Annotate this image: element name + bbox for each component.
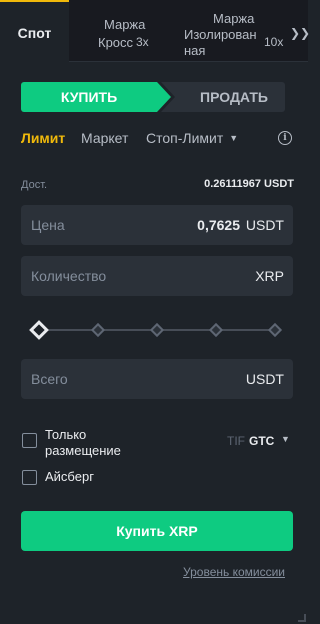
quantity-label: Количество <box>31 268 107 284</box>
order-type-limit[interactable]: Лимит <box>21 130 65 146</box>
margin-mode-tabs: Спот Маржа Кросс 3x Маржа Изолирован ная… <box>0 0 310 63</box>
tab-spot-label: Спот <box>17 24 52 41</box>
tab-isolated-label-line3: ная <box>184 43 206 58</box>
tab-isolated-label-line2: Изолирован <box>184 27 257 42</box>
price-input[interactable]: Цена 0,7625 USDT <box>21 205 293 245</box>
tab-cross-label-line1: Маржа <box>104 17 146 32</box>
tab-cross-margin[interactable]: Маржа Кросс 3x <box>80 0 170 62</box>
amount-percent-slider[interactable] <box>29 320 283 340</box>
price-unit: USDT <box>245 217 284 233</box>
caret-down-icon: ▼ <box>229 133 239 143</box>
slider-stop-75[interactable] <box>208 322 224 338</box>
tif-caret-down-icon[interactable]: ▼ <box>281 434 290 444</box>
order-type-stop-limit-label: Стоп-Лимит <box>146 130 224 146</box>
price-value: 0,7625 <box>197 217 240 233</box>
slider-stop-50[interactable] <box>149 322 165 338</box>
tab-isolated-margin[interactable]: Маржа Изолирован ная 10x <box>180 0 290 62</box>
slider-stop-25[interactable] <box>90 322 106 338</box>
info-icon[interactable]: i <box>278 131 292 145</box>
sell-side-button[interactable]: ПРОДАТЬ <box>161 82 285 112</box>
tab-isolated-leverage: 10x <box>264 35 284 49</box>
tab-spot[interactable]: Спот <box>0 0 69 63</box>
total-label: Всего <box>31 371 68 387</box>
total-input[interactable]: Всего USDT <box>21 359 293 399</box>
buy-sell-toggle: КУПИТЬ ПРОДАТЬ <box>21 82 285 112</box>
post-only-label-line1: Только <box>45 427 87 442</box>
tab-isolated-label-line1: Маржа <box>213 11 255 26</box>
buy-submit-button[interactable]: Купить XRP <box>21 511 293 551</box>
order-type-market[interactable]: Маркет <box>81 130 128 146</box>
post-only-label: Только размещение <box>45 427 121 459</box>
fee-level-link[interactable]: Уровень комиссии <box>183 565 285 579</box>
buy-side-button[interactable]: КУПИТЬ <box>21 82 171 112</box>
iceberg-checkbox[interactable] <box>22 470 37 485</box>
tif-select[interactable]: GTC <box>249 434 274 448</box>
price-label: Цена <box>31 217 65 233</box>
tif-label: TIF <box>227 434 245 448</box>
slider-handle[interactable] <box>29 320 49 340</box>
quantity-unit: XRP <box>255 268 284 284</box>
iceberg-label: Айсберг <box>45 469 94 484</box>
tabs-scroll-right-icon[interactable]: ❯❯ <box>290 26 310 40</box>
post-only-checkbox[interactable] <box>22 433 37 448</box>
tab-cross-leverage: 3x <box>136 35 149 49</box>
order-type-stop-limit[interactable]: Стоп-Лимит ▼ <box>146 130 238 146</box>
resize-grip-icon[interactable] <box>298 614 306 622</box>
post-only-label-line2: размещение <box>45 443 121 458</box>
available-balance-label: Дост. <box>21 179 48 191</box>
quantity-input[interactable]: Количество XRP <box>21 256 293 296</box>
tab-cross-label-line2: Кросс <box>98 35 134 50</box>
total-unit: USDT <box>245 371 284 387</box>
available-balance-value: 0.26111967 USDT <box>204 178 294 190</box>
slider-stop-100[interactable] <box>267 322 283 338</box>
